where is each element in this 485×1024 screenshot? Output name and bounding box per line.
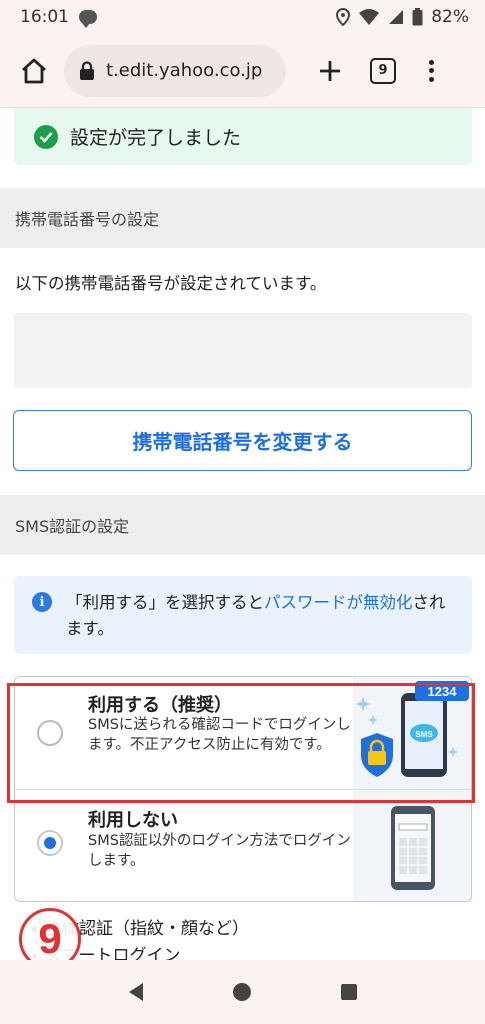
chat-icon [79,10,97,28]
password-invalid-link[interactable]: パスワードが無効化 [264,593,413,612]
plus-icon [320,60,340,81]
info-icon: i [32,592,52,612]
wifi-icon [359,9,380,25]
sms-section-header: SMS認証の設定 [0,495,485,555]
info-notice: i 「利用する」を選択するとパスワードが無効化されます。 [14,576,472,654]
status-bar: 16:01 82% [0,0,485,34]
phone-number-field [14,313,472,388]
back-icon[interactable] [128,983,143,1001]
url-text: t.edit.yahoo.co.jp [106,60,263,81]
new-tab-button[interactable] [312,53,348,89]
battery-percent: 82% [431,7,469,27]
option-no-description: SMS認証以外のログイン方法でログインします。 [88,833,351,869]
battery-icon [412,8,423,26]
signal-icon [389,10,404,24]
phone-description: 以下の携帯電話番号が設定されています。 [15,274,327,293]
tab-switcher-button[interactable]: 9 [370,57,396,84]
status-time: 16:01 [20,7,69,27]
location-icon [336,8,351,26]
option-no-sms[interactable]: 利用しない SMS認証以外のログイン方法でログインします。 [15,789,471,901]
home-icon [22,58,46,83]
phone-illustration [353,790,471,901]
radio-no-sms[interactable] [37,830,63,856]
change-phone-button[interactable]: 携帯電話番号を変更する [13,410,472,471]
success-message: 設定が完了しました [70,127,242,149]
lock-icon [80,60,94,80]
url-bar[interactable]: t.edit.yahoo.co.jp [64,44,286,97]
highlight-box [7,683,475,803]
browser-toolbar: t.edit.yahoo.co.jp 9 [0,34,485,108]
home-button[interactable] [14,51,54,91]
system-nav-bar [0,960,485,1024]
menu-icon[interactable] [426,56,436,86]
check-icon [34,124,58,149]
info-text: 「利用する」を選択するとパスワードが無効化されます。 [66,593,446,638]
home-nav-icon[interactable] [232,983,251,1001]
option-no-title: 利用しない [88,810,178,831]
page-content: 設定が完了しました 携帯電話番号の設定 以下の携帯電話番号が設定されています。 … [0,108,485,960]
status-icons: 82% [336,7,469,27]
phone-section-header: 携帯電話番号の設定 [0,188,485,248]
recents-icon[interactable] [340,984,357,1000]
success-banner: 設定が完了しました [14,108,472,165]
